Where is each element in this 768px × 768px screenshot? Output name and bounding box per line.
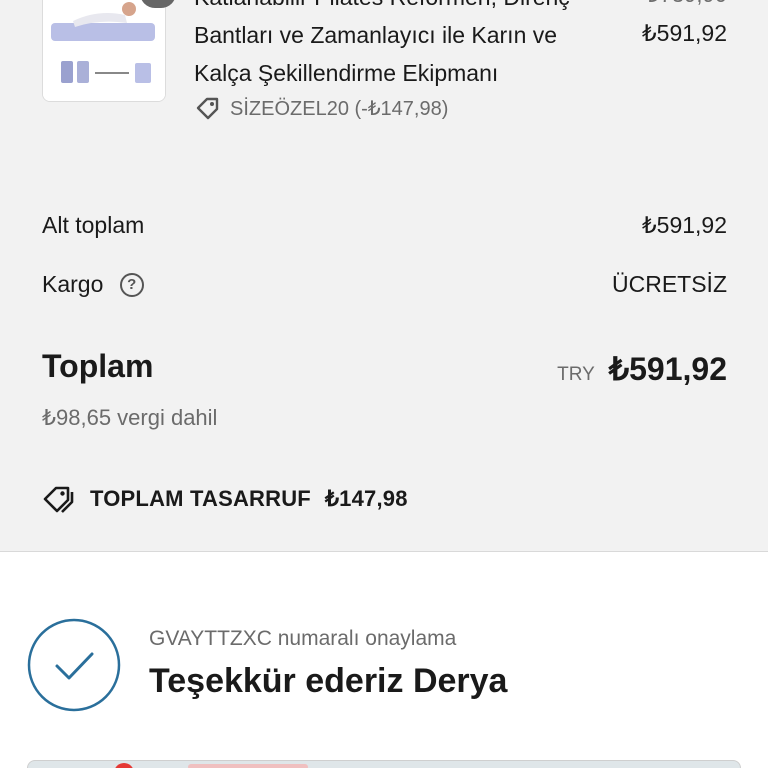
tax-note: ₺98,65 vergi dahil — [42, 405, 218, 430]
subtotal-row: Alt toplam ₺591,92 — [42, 208, 727, 242]
map-road — [188, 764, 308, 768]
original-price: ₺739,90 — [646, 0, 727, 8]
total-currency: TRY — [557, 364, 595, 385]
savings-label: TOPLAM TASARRUF — [90, 486, 311, 511]
order-summary: 1 Katlanabilir Pilates Reformeri, Direnç… — [0, 0, 768, 552]
check-circle-icon — [27, 618, 121, 712]
shipping-value: ÜCRETSİZ — [612, 270, 727, 297]
thank-you-heading: Teşekkür ederiz Derya — [149, 662, 508, 700]
discount-text: SİZEÖZEL20 (-₺147,98) — [230, 97, 449, 120]
total-value-group: TRY ₺591,92 — [557, 350, 727, 388]
product-thumbnail — [42, 0, 166, 102]
shipping-label: Kargo — [42, 270, 104, 297]
discount-code: SİZEÖZEL20 (-₺147,98) — [194, 94, 448, 122]
tag-icon — [196, 97, 219, 120]
help-icon[interactable]: ? — [119, 273, 144, 298]
total-label: Toplam — [42, 348, 154, 384]
subtotal-label: Alt toplam — [42, 211, 145, 238]
item-price: ₺591,92 — [642, 20, 727, 46]
map-pin-icon — [114, 763, 134, 768]
total-amount: ₺591,92 — [608, 351, 727, 387]
product-name: Katlanabilir Pilates Reformeri, Direnç B… — [194, 0, 570, 86]
savings-amount: ₺147,98 — [324, 486, 408, 511]
pilates-product-image — [43, 0, 165, 101]
subtotal-value: ₺591,92 — [642, 211, 727, 238]
shipping-row: Kargo ? ÜCRETSİZ — [42, 267, 727, 301]
savings-tag-icon — [43, 486, 74, 513]
delivery-map — [27, 760, 741, 768]
confirmation-number: GVAYTTZXC numaralı onaylama — [149, 627, 457, 650]
total-savings: TOPLAM TASARRUF ₺147,98 — [42, 483, 408, 515]
